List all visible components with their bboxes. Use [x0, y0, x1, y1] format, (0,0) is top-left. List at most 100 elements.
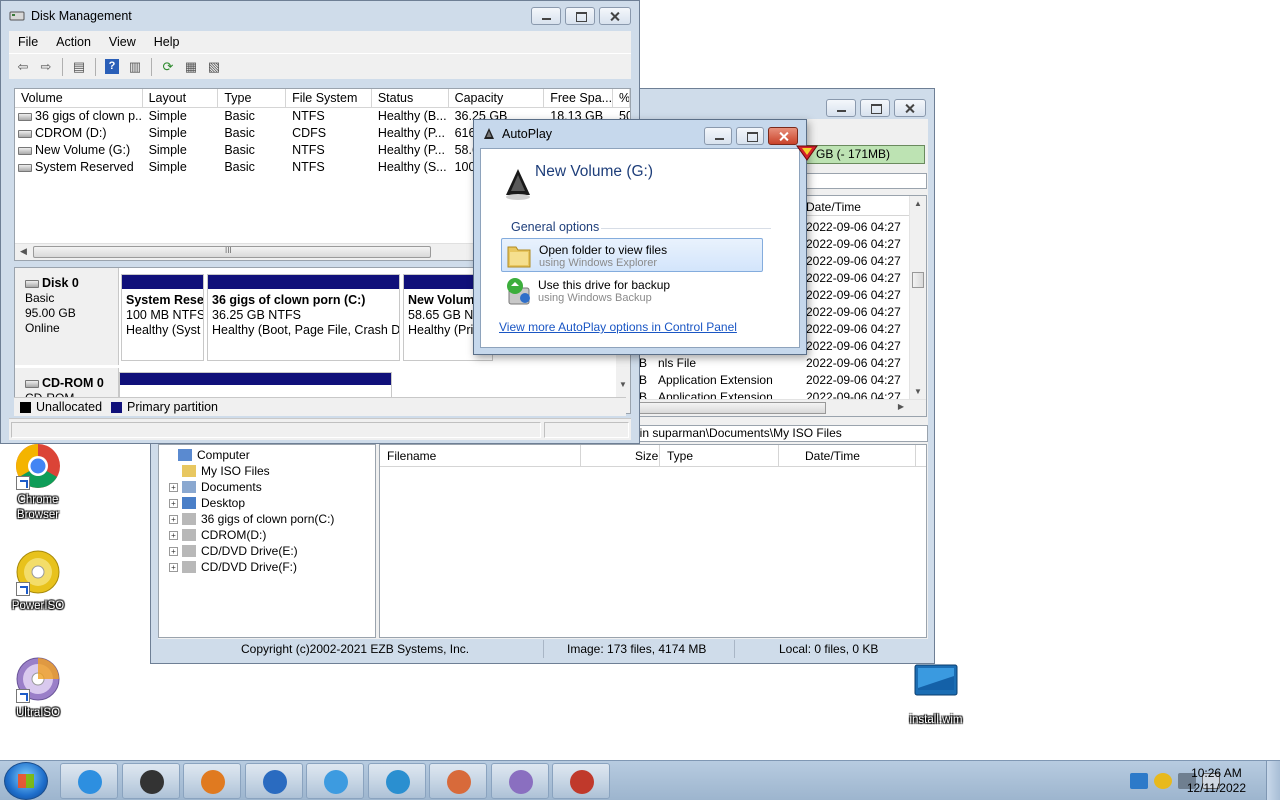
window-title: Disk Management — [31, 9, 132, 23]
desktop-icon-install-wim[interactable]: install.wim — [898, 662, 974, 728]
disk-management-icon — [9, 11, 25, 21]
table-cell: NTFS — [292, 109, 325, 123]
menu-file[interactable]: File — [9, 35, 47, 49]
tree-item[interactable]: My ISO Files — [169, 463, 270, 479]
expand-icon[interactable]: + — [169, 530, 178, 540]
tree-item[interactable]: + Documents — [169, 479, 262, 495]
taskbar-internet-explorer-button[interactable] — [60, 763, 118, 799]
column-header[interactable]: Type — [218, 89, 287, 107]
start-button[interactable] — [4, 762, 48, 800]
control-panel-link[interactable]: View more AutoPlay options in Control Pa… — [499, 320, 737, 334]
expand-icon[interactable]: + — [169, 514, 178, 524]
taskbar-paint-button[interactable] — [429, 763, 487, 799]
expand-icon[interactable] — [165, 451, 174, 460]
desktop-icon-poweriso[interactable]: PowerISO — [0, 548, 76, 614]
tree-item[interactable]: + CDROM(D:) — [169, 527, 266, 543]
minimize-button[interactable] — [826, 99, 856, 117]
console-tree-icon[interactable]: ▤ — [69, 58, 89, 76]
security-tray-icon[interactable] — [1154, 773, 1172, 789]
autoplay-dialog[interactable]: AutoPlay New Volume (G:) General options… — [473, 119, 807, 355]
close-button[interactable] — [599, 7, 631, 25]
network-tray-icon[interactable] — [1130, 773, 1148, 789]
column-header-datetime[interactable]: Date/Time — [806, 200, 861, 214]
backup-option[interactable]: Use this drive for backup using Windows … — [501, 274, 763, 308]
clock[interactable]: 10:26 AM 12/11/2022 — [1187, 766, 1246, 796]
forward-arrow-icon[interactable]: ⇨ — [36, 58, 56, 76]
tree-item[interactable]: + Desktop — [169, 495, 245, 511]
scrollbar-thumb[interactable] — [912, 272, 924, 288]
drive-icon — [182, 545, 196, 557]
tree-item[interactable]: + CD/DVD Drive(F:) — [169, 559, 297, 575]
image-info: Image: 173 files, 4174 MB — [567, 642, 707, 656]
vertical-scrollbar[interactable]: ▼ ▲ — [909, 196, 926, 399]
tree-item[interactable]: +36 gigs of clown porn(C:) — [169, 511, 334, 527]
scrollbar-thumb[interactable]: III — [33, 246, 431, 258]
expand-icon[interactable] — [169, 467, 178, 476]
paint-icon — [447, 770, 471, 794]
show-desktop-button[interactable] — [1266, 761, 1280, 800]
tree-item-label: Computer — [197, 448, 250, 462]
column-header[interactable]: Capacity — [449, 89, 545, 107]
disk-settings-icon[interactable]: ▧ — [204, 58, 224, 76]
partition-c[interactable]: 36 gigs of clown porn (C:) 36.25 GB NTFS H… — [207, 274, 400, 361]
close-button[interactable] — [894, 99, 926, 117]
taskbar-pinned-app-button[interactable] — [244, 763, 303, 799]
column-header[interactable]: Free Spa... — [544, 89, 614, 107]
taskbar-media-player-button[interactable] — [183, 763, 241, 799]
unallocated-swatch — [20, 401, 31, 413]
legend-unallocated: Unallocated — [36, 400, 103, 414]
table-cell: Healthy (S... — [377, 160, 447, 174]
column-header-filename[interactable]: Filename — [387, 449, 436, 463]
column-header-type[interactable]: Type — [667, 449, 693, 463]
tree-item[interactable]: Computer — [165, 447, 250, 463]
open-folder-option[interactable]: Open folder to view files using Windows … — [501, 238, 763, 272]
close-button[interactable] — [768, 127, 798, 145]
refresh-icon[interactable]: ⟳ — [158, 58, 178, 76]
horizontal-scrollbar[interactable]: ▶ — [630, 399, 926, 416]
menu-view[interactable]: View — [100, 35, 145, 49]
column-header[interactable]: Layout — [143, 89, 219, 107]
table-cell: Basic — [224, 109, 255, 123]
taskbar-cm-app-button[interactable] — [121, 763, 180, 799]
expand-icon[interactable]: + — [169, 562, 178, 572]
local-file-list[interactable]: Filename Size Type Date/Time — [379, 444, 927, 638]
folder-tree[interactable]: Computer My ISO Files + Documents + Desktop +3… — [158, 444, 376, 638]
column-header[interactable]: % — [613, 89, 630, 107]
expand-icon[interactable]: + — [169, 498, 178, 508]
table-cell: Healthy (P... — [377, 143, 445, 157]
chrome-icon — [324, 770, 348, 794]
tree-item-label: Documents — [201, 480, 262, 494]
minimize-button[interactable] — [704, 127, 732, 145]
maximize-button[interactable] — [565, 7, 595, 25]
taskbar-ultraiso-button[interactable] — [490, 763, 549, 799]
expand-icon[interactable]: + — [169, 546, 178, 556]
properties-icon[interactable]: ▦ — [181, 58, 201, 76]
desktop-icon-chrome[interactable]: Chrome Browser — [0, 442, 76, 523]
tree-item[interactable]: + CD/DVD Drive(E:) — [169, 543, 298, 559]
tree-item-label: 36 gigs of clown porn(C:) — [201, 512, 335, 526]
minimize-button[interactable] — [531, 7, 561, 25]
taskbar-chrome-button[interactable] — [306, 763, 364, 799]
disk-0-label[interactable]: Disk 0 Basic 95.00 GB Online — [15, 268, 119, 365]
view-icon[interactable]: ▥ — [125, 58, 145, 76]
menu-help[interactable]: Help — [145, 35, 189, 49]
backup-icon — [507, 278, 530, 305]
column-header-datetime[interactable]: Date/Time — [805, 449, 860, 463]
maximize-button[interactable] — [736, 127, 764, 145]
taskbar-toolbox-button[interactable] — [552, 763, 610, 799]
partition-system-reserved[interactable]: System Rese 100 MB NTFS Healthy (Syst — [121, 274, 204, 361]
column-header-size[interactable]: Size — [635, 449, 658, 463]
menu-action[interactable]: Action — [47, 35, 100, 49]
help-icon[interactable]: ? — [102, 58, 122, 76]
column-header[interactable]: Status — [372, 89, 449, 107]
taskbar-migration-app-button[interactable] — [367, 763, 426, 799]
cdrom-icon — [25, 379, 39, 388]
desktop-icon-ultraiso[interactable]: UltraISO — [0, 655, 76, 721]
maximize-button[interactable] — [860, 99, 890, 117]
path-bar[interactable]: oin suparman\Documents\My ISO Files — [629, 425, 928, 442]
column-header[interactable]: File System — [286, 89, 372, 107]
back-arrow-icon[interactable]: ⇦ — [13, 58, 33, 76]
table-cell: Simple — [148, 126, 187, 140]
expand-icon[interactable]: + — [169, 482, 178, 492]
column-header[interactable]: Volume — [15, 89, 143, 107]
